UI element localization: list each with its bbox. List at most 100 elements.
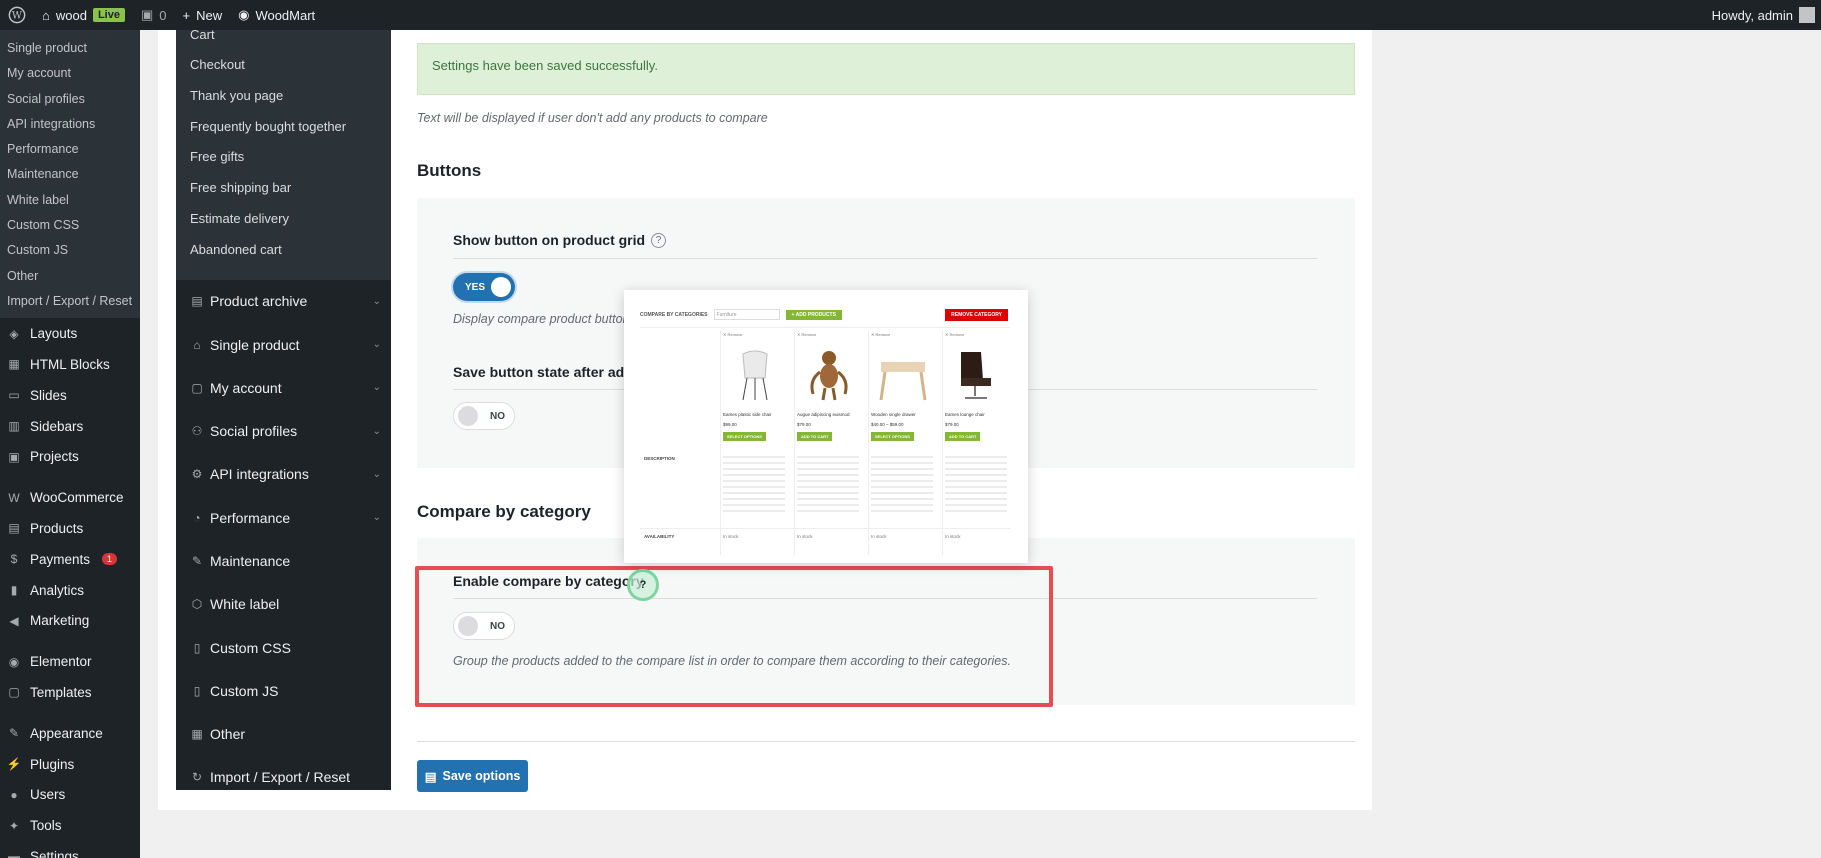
highlight-frame xyxy=(415,566,1053,707)
menu-item-label: Slides xyxy=(30,387,67,403)
group-label: Custom JS xyxy=(210,682,279,699)
preview-availability-label: AVAILABILITY xyxy=(644,534,675,539)
submenu-item-import-export-reset[interactable]: Import / Export / Reset xyxy=(0,289,140,314)
settings-group-product-archive[interactable]: ▤ Product archive ⌄ xyxy=(176,280,391,323)
toggle-label: NO xyxy=(490,410,505,422)
settings-group-social-profiles[interactable]: ⚇ Social profiles ⌄ xyxy=(176,409,391,452)
settings-subitem-abandoned-cart[interactable]: Abandoned cart xyxy=(176,235,391,266)
preview-product-description xyxy=(797,456,859,512)
menu-item-settings[interactable]: ▬ Settings xyxy=(0,841,140,858)
elementor-icon: ◉ xyxy=(8,654,20,669)
submenu-item-single-product[interactable]: Single product xyxy=(0,36,140,61)
submenu-item-white-label[interactable]: White label xyxy=(0,188,140,213)
preview-product-price: $79.00 xyxy=(797,422,811,427)
new-content-link[interactable]: + New xyxy=(174,0,230,30)
settings-group-api-integrations[interactable]: ⚙ API integrations ⌄ xyxy=(176,453,391,496)
menu-item-sidebars[interactable]: ▥ Sidebars xyxy=(0,411,140,442)
menu-item-label: Appearance xyxy=(30,725,103,741)
settings-group-custom-css[interactable]: ▯ Custom CSS xyxy=(176,626,391,669)
settings-group-custom-js[interactable]: ▯ Custom JS xyxy=(176,669,391,712)
preview-product-image xyxy=(799,344,859,404)
wordpress-logo-icon[interactable]: W xyxy=(0,0,34,30)
menu-item-marketing[interactable]: ◀ Marketing xyxy=(0,605,140,636)
comments-link[interactable]: ▣ 0 xyxy=(133,0,175,30)
show-button-toggle[interactable]: YES xyxy=(453,273,515,301)
submenu-item-performance[interactable]: Performance xyxy=(0,137,140,162)
submenu-item-custom-css[interactable]: Custom CSS xyxy=(0,213,140,238)
menu-item-projects[interactable]: ▣ Projects xyxy=(0,441,140,472)
avatar xyxy=(1799,7,1815,23)
menu-item-plugins[interactable]: ⚡ Plugins xyxy=(0,749,140,780)
menu-separator xyxy=(0,708,140,718)
menu-item-html-blocks[interactable]: ▦ HTML Blocks xyxy=(0,349,140,380)
settings-subitem-cart[interactable]: Cart xyxy=(176,30,391,50)
menu-item-appearance[interactable]: ✎ Appearance xyxy=(0,718,140,749)
menu-item-payments[interactable]: $ Payments 1 xyxy=(0,544,140,575)
submenu-item-custom-js[interactable]: Custom JS xyxy=(0,238,140,263)
save-options-button[interactable]: ▤ Save options xyxy=(417,760,528,792)
settings-subitem-thank-you-page[interactable]: Thank you page xyxy=(176,81,391,112)
menu-item-products[interactable]: ▤ Products xyxy=(0,513,140,544)
submenu-item-api-integrations[interactable]: API integrations xyxy=(0,112,140,137)
live-badge: Live xyxy=(92,8,125,22)
settings-subgroup: Cart Checkout Thank you page Frequently bou… xyxy=(176,30,391,280)
group-label: My account xyxy=(210,379,282,396)
menu-item-elementor[interactable]: ◉ Elementor xyxy=(0,646,140,677)
group-icon: ▤ xyxy=(191,294,203,309)
woodmart-link[interactable]: ◉ WoodMart xyxy=(230,0,323,30)
preview-divider xyxy=(640,327,1010,328)
submenu-item-my-account[interactable]: My account xyxy=(0,61,140,86)
group-icon: ⌂ xyxy=(193,337,201,352)
preview-product-price: $40.00 – $59.00 xyxy=(871,422,904,427)
submenu-item-other[interactable]: Other xyxy=(0,264,140,289)
settings-subitem-free-shipping-bar[interactable]: Free shipping bar xyxy=(176,173,391,204)
preview-category-input: Furniture xyxy=(713,309,780,320)
menu-item-templates[interactable]: ▢ Templates xyxy=(0,677,140,708)
menu-item-slides[interactable]: ▭ Slides xyxy=(0,380,140,411)
settings-group-maintenance[interactable]: ✎ Maintenance xyxy=(176,539,391,582)
chevron-down-icon: ⌄ xyxy=(372,425,381,437)
menu-item-woocommerce[interactable]: W WooCommerce xyxy=(0,482,140,513)
settings-group-white-label[interactable]: ⬡ White label xyxy=(176,583,391,626)
settings-subitem-checkout[interactable]: Checkout xyxy=(176,50,391,81)
preview-product-stock: In stock xyxy=(797,534,813,539)
settings-group-my-account[interactable]: ▢ My account ⌄ xyxy=(176,366,391,409)
menu-item-layouts[interactable]: ◈ Layouts xyxy=(0,318,140,349)
settings-group-import-export-reset[interactable]: ↻ Import / Export / Reset xyxy=(176,756,391,799)
help-icon[interactable]: ? xyxy=(651,232,667,248)
save-state-toggle[interactable]: NO xyxy=(453,402,515,430)
submenu-item-social-profiles[interactable]: Social profiles xyxy=(0,87,140,112)
menu-item-label: Plugins xyxy=(30,756,75,772)
settings-subitem-free-gifts[interactable]: Free gifts xyxy=(176,142,391,173)
preview-toolbar: COMPARE BY CATEGORIES Furniture + ADD PR… xyxy=(640,309,842,320)
preview-product-column: ✕ Remove Eames plastic side chair $99.00 SE… xyxy=(720,330,788,555)
preview-product-name: Augue adipiscing euismod xyxy=(797,412,850,417)
preview-remove-link: ✕ Remove xyxy=(723,332,743,337)
menu-item-analytics[interactable]: ▮ Analytics xyxy=(0,575,140,606)
chevron-down-icon: ⌄ xyxy=(372,382,381,394)
user-icon: ● xyxy=(10,787,18,802)
menu-item-label: Layouts xyxy=(30,326,78,342)
site-name-link[interactable]: ⌂ wood Live xyxy=(34,0,133,30)
menu-item-tools[interactable]: ✦ Tools xyxy=(0,810,140,841)
preview-product-stock: In stock xyxy=(723,534,739,539)
menu-item-users[interactable]: ● Users xyxy=(0,779,140,810)
preview-product-image xyxy=(725,344,785,404)
group-icon: ⚙ xyxy=(191,467,203,482)
preview-remove-link: ✕ Remove xyxy=(945,332,965,337)
preview-remove-link: ✕ Remove xyxy=(871,332,891,337)
sidebar-icon: ▥ xyxy=(8,419,20,434)
preview-product-name: Eames plastic side chair xyxy=(723,412,772,417)
group-label: Maintenance xyxy=(210,553,291,569)
settings-group-other[interactable]: ▦ Other xyxy=(176,713,391,756)
settings-group-performance[interactable]: ◔ Performance ⌄ xyxy=(176,496,391,539)
submenu-item-maintenance[interactable]: Maintenance xyxy=(0,162,140,187)
settings-subitem-estimate-delivery[interactable]: Estimate delivery xyxy=(176,204,391,235)
account-menu[interactable]: Howdy, admin xyxy=(1712,7,1821,23)
wrench-icon: ✦ xyxy=(8,818,20,833)
help-icon-hovered[interactable]: ? xyxy=(627,569,659,601)
settings-subitem-frequently-bought-together[interactable]: Frequently bought together xyxy=(176,112,391,143)
menu-item-label: Elementor xyxy=(30,654,92,670)
settings-group-single-product[interactable]: ⌂ Single product ⌄ xyxy=(176,323,391,366)
admin-bar: W ⌂ wood Live ▣ 0 + New ◉ WoodMart Howdy… xyxy=(0,0,1821,30)
